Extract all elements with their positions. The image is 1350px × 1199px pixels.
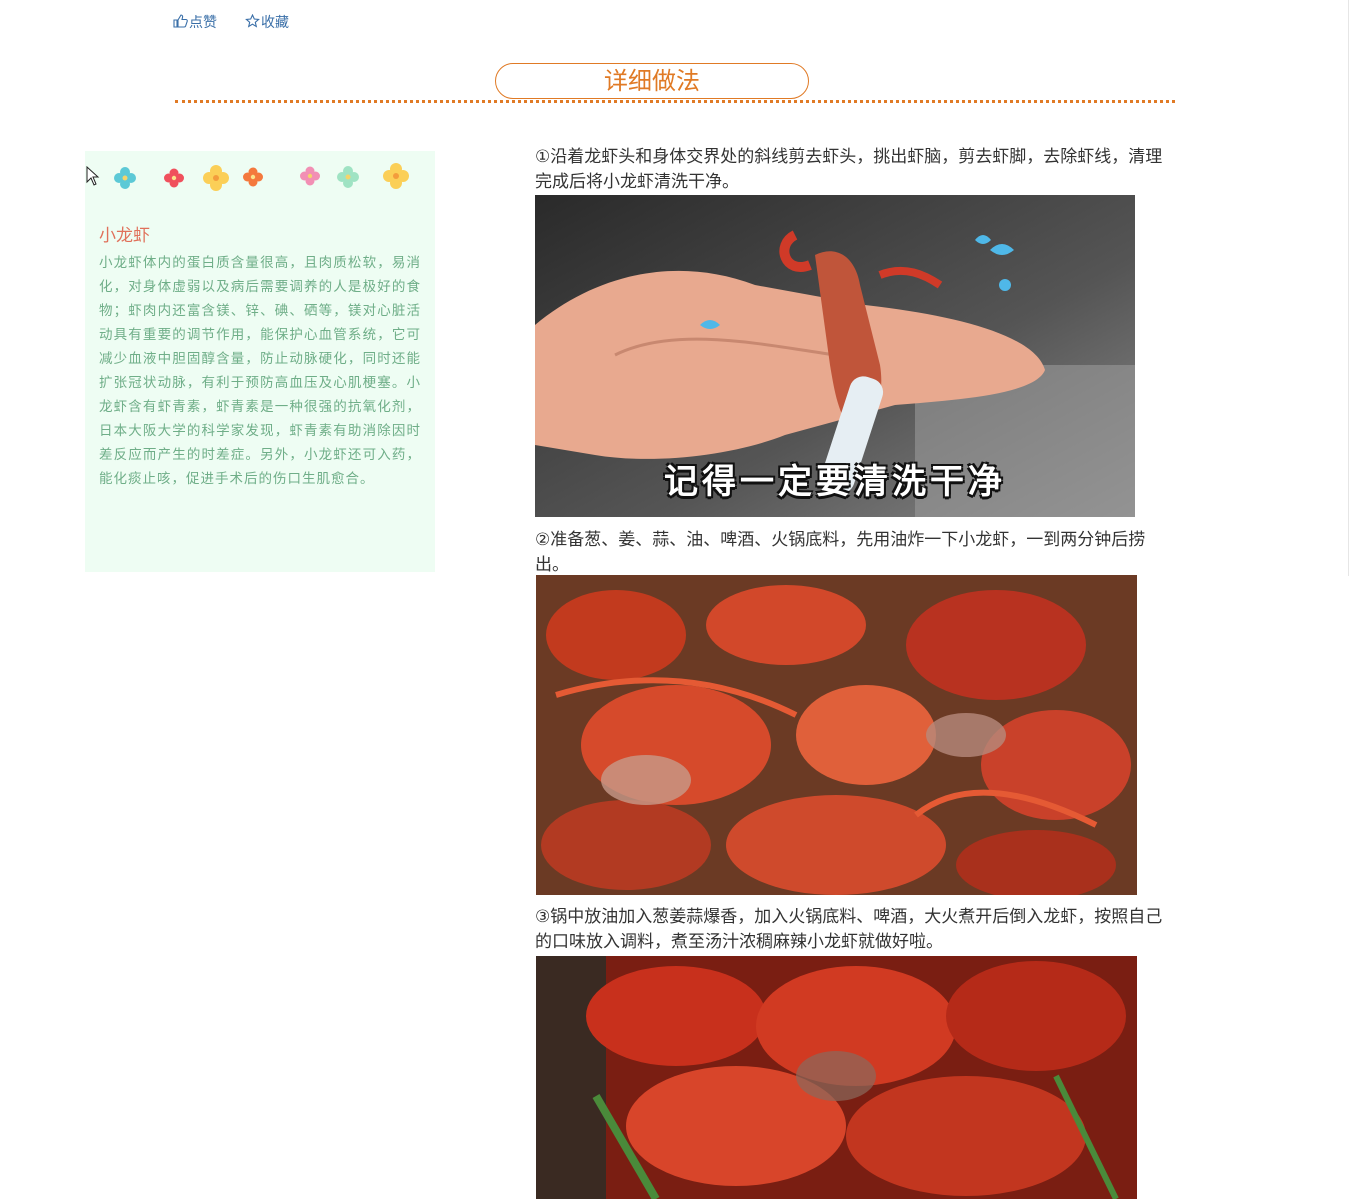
flower-icon [163,167,185,189]
step-3-photo [536,956,1137,1199]
flower-icon [382,161,410,191]
flower-icon [202,163,230,193]
card-description: 小龙虾体内的蛋白质含量很高，且肉质松软，易消化，对身体虚弱以及病后需要调养的人是… [99,255,421,487]
info-card: 小龙虾 小龙虾体内的蛋白质含量很高，且肉质松软，易消化，对身体虚弱以及病后需要调… [85,151,435,572]
star-icon [245,13,260,31]
dotted-divider [175,100,1175,103]
like-label: 点赞 [189,15,217,31]
page-edge-divider [1348,0,1349,576]
flower-icon [114,165,136,191]
card-title: 小龙虾 [99,226,150,246]
favorite-label: 收藏 [261,15,289,31]
photo-caption: 记得一定要清洗干净 [664,462,1006,502]
step-3-text: ③锅中放油加入葱姜蒜爆香，加入火锅底料、啤酒，大火煮开后倒入龙虾，按照自己的口味… [535,907,1163,952]
action-bar: 点赞 收藏 [173,12,289,32]
section-title: 详细做法 [495,63,809,99]
thumbs-up-icon [173,13,188,31]
flower-icon [242,165,264,189]
step-2-text: ②准备葱、姜、蒜、油、啤酒、火锅底料，先用油炸一下小龙虾，一到两分钟后捞出。 [535,530,1146,575]
step-1-photo: 记得一定要清洗干净 [535,195,1135,517]
like-button[interactable]: 点赞 [173,12,217,32]
step-2-photo [536,575,1137,895]
mouse-pointer-icon [86,165,100,190]
favorite-button[interactable]: 收藏 [245,12,289,32]
flower-icon [336,163,360,191]
flower-icon [299,164,321,188]
step-1-text: ①沿着龙虾头和身体交界处的斜线剪去虾头，挑出虾脑，剪去虾脚，去除虾线，清理完成后… [535,147,1163,192]
